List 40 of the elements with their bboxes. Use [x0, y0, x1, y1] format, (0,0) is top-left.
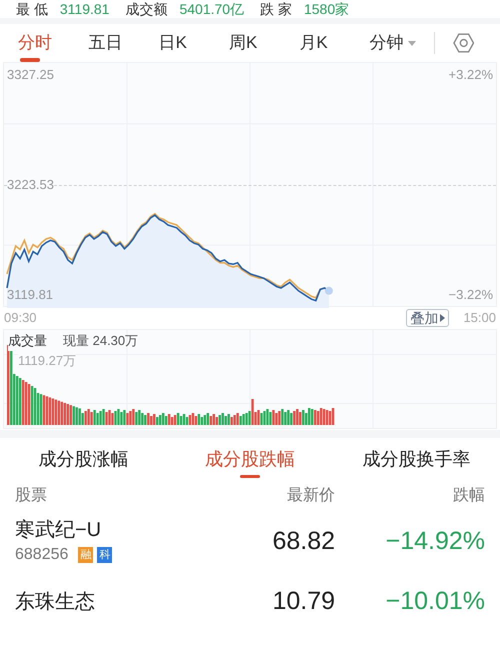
selected-underline	[20, 58, 40, 62]
period-tab[interactable]: 月K	[293, 24, 364, 62]
axis-high-percent: +3.22%	[448, 66, 493, 84]
change-percent: −10.01%	[384, 586, 485, 618]
stock-tag: 融	[78, 547, 94, 563]
current-volume: 现量 24.30万	[63, 332, 138, 350]
change-percent: −14.92%	[384, 526, 485, 558]
column-header: 股票	[15, 486, 48, 506]
latest-price: 68.82	[271, 526, 335, 558]
list-tab[interactable]: 成分股换手率	[333, 438, 500, 480]
play-triangle-icon	[440, 314, 446, 322]
settings-icon[interactable]	[452, 33, 474, 53]
stock-code: 688256	[15, 545, 68, 565]
overlay-button[interactable]: 叠加	[406, 309, 450, 327]
stock-name: 东珠生态	[15, 590, 96, 615]
column-header: 最新价	[286, 486, 335, 506]
period-tab[interactable]: 分钟	[364, 24, 434, 62]
period-tab[interactable]: 周K	[222, 24, 294, 62]
stock-name: 寒武纪−U	[15, 518, 102, 543]
summary-label: 最 低	[16, 0, 48, 18]
summary-value: 1580家	[304, 0, 350, 18]
latest-price: 10.79	[271, 586, 335, 618]
axis-high-label: 3327.25	[7, 66, 54, 84]
summary-label: 跌 家	[260, 0, 292, 18]
list-tab[interactable]: 成分股跌幅	[166, 438, 334, 480]
period-tab[interactable]: 分时	[12, 24, 82, 62]
summary-value: 5401.70亿	[179, 0, 244, 18]
column-header: 跌幅	[452, 486, 485, 506]
stock-tag: 科	[97, 547, 112, 563]
volume-title: 成交量	[8, 331, 47, 350]
end-time-label: 15:00	[463, 309, 496, 328]
list-tab[interactable]: 成分股涨幅	[0, 438, 167, 480]
selected-underline	[240, 475, 260, 478]
axis-low-percent: −3.22%	[448, 286, 493, 304]
axis-low-label: 3119.81	[7, 286, 54, 304]
summary-label: 成交额	[125, 0, 168, 18]
period-tab[interactable]: 日K	[152, 24, 223, 62]
start-time-label: 09:30	[4, 309, 37, 328]
summary-value: 3119.81	[60, 0, 110, 18]
period-tab[interactable]: 五日	[82, 24, 153, 62]
